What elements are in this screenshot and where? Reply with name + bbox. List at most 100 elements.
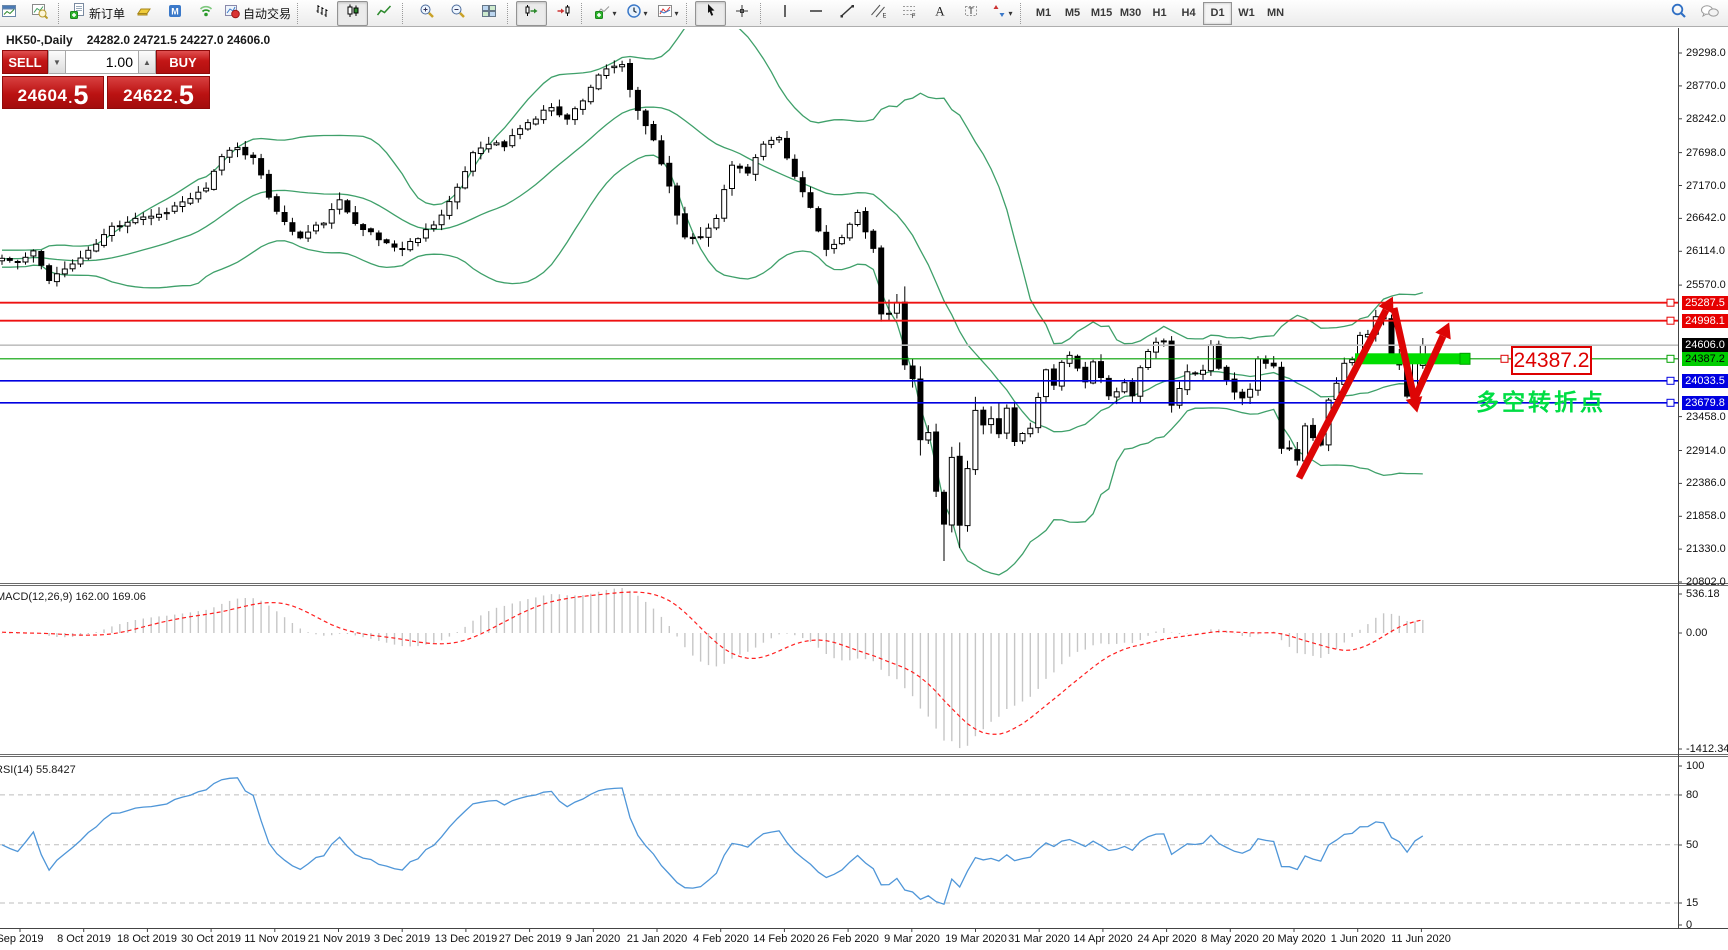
indicators-menu-button[interactable]: ▾ — [590, 1, 621, 26]
fibonacci-tool-button[interactable]: F — [893, 1, 924, 26]
buy-price-display[interactable]: 24622.5 — [107, 76, 210, 109]
crosshair-tool-button[interactable] — [726, 1, 757, 26]
timeframe-H4-button[interactable]: H4 — [1174, 2, 1203, 25]
horizontal-line-tool-button[interactable] — [800, 1, 831, 26]
autotrade-icon — [224, 3, 240, 24]
line-icon — [376, 3, 392, 24]
trendline-tool-button[interactable] — [831, 1, 862, 26]
date-tick-label: 9 Jan 2020 — [566, 933, 620, 945]
volume-increase-button[interactable]: ▲ — [138, 50, 156, 74]
price-line-tag: 24033.5 — [1682, 374, 1728, 388]
toolbar-separator — [1020, 3, 1025, 24]
text-label-tool-button[interactable]: T — [955, 1, 986, 26]
chat-button[interactable] — [1694, 1, 1725, 26]
rsi-tick-label: 80 — [1686, 789, 1698, 801]
triangle-up-icon: ▲ — [143, 58, 151, 67]
vertical-line-tool-button[interactable] — [769, 1, 800, 26]
mql-icon: M — [167, 3, 183, 24]
date-tick-label: 14 Feb 2020 — [753, 933, 815, 945]
price-line-tag: 25287.5 — [1682, 296, 1728, 310]
timeframe-W1-button[interactable]: W1 — [1232, 2, 1261, 25]
toolbar-separator — [581, 3, 586, 24]
price-line-tag: 24606.0 — [1682, 338, 1728, 352]
date-tick-label: 19 Mar 2020 — [945, 933, 1007, 945]
equidistant-channel-tool-button[interactable]: E — [862, 1, 893, 26]
search-icon — [1670, 2, 1688, 25]
chevron-down-icon: ▾ — [675, 9, 679, 18]
tile-windows-button[interactable] — [473, 1, 504, 26]
svg-text:F: F — [911, 13, 915, 19]
date-tick-label: 8 Oct 2019 — [57, 933, 111, 945]
fibo-icon: F — [901, 3, 917, 24]
sell-price-dot: . — [68, 90, 72, 106]
toolbar-separator — [58, 3, 63, 24]
text-tool-button[interactable]: A — [924, 1, 955, 26]
sell-button[interactable]: SELL — [2, 50, 48, 74]
channel-icon: E — [870, 3, 886, 24]
chart-window-button[interactable] — [0, 1, 24, 26]
tile-icon — [481, 3, 497, 24]
price-tick-label: 21858.0 — [1686, 510, 1726, 522]
timeframe-M30-button[interactable]: M30 — [1116, 2, 1145, 25]
rsi-tick-label: 50 — [1686, 839, 1698, 851]
chart-shift-button[interactable] — [547, 1, 578, 26]
zoom-in-button[interactable] — [411, 1, 442, 26]
price-tick-label: 27170.0 — [1686, 180, 1726, 192]
strategy-tester-button[interactable] — [24, 1, 55, 26]
chart-canvas[interactable] — [0, 0, 1728, 950]
turning-point-note[interactable]: 多空转折点 — [1476, 383, 1606, 417]
timeframe-MN-button[interactable]: MN — [1261, 2, 1290, 25]
zoom-out-button[interactable] — [442, 1, 473, 26]
price-tick-label: 28770.0 — [1686, 80, 1726, 92]
mql5-community-button[interactable]: M — [159, 1, 190, 26]
toolbar-separator — [507, 3, 512, 24]
volume-decrease-button[interactable]: ▼ — [48, 50, 66, 74]
date-tick-label: 20 May 2020 — [1262, 933, 1326, 945]
periods-icon — [626, 3, 642, 24]
rsi-tick-label: 0 — [1686, 919, 1692, 931]
line-chart-mode-button[interactable] — [368, 1, 399, 26]
timeframe-M1-button[interactable]: M1 — [1029, 2, 1058, 25]
date-tick-label: 21 Nov 2019 — [308, 933, 370, 945]
date-tick-label: 13 Dec 2019 — [435, 933, 497, 945]
periods-menu-button[interactable]: ▾ — [621, 1, 652, 26]
timeframe-H1-button[interactable]: H1 — [1145, 2, 1174, 25]
timeframe-M5-button[interactable]: M5 — [1058, 2, 1087, 25]
date-tick-label: Sep 2019 — [0, 933, 44, 945]
candlestick-mode-button[interactable] — [337, 1, 368, 26]
buy-button[interactable]: BUY — [156, 50, 210, 74]
signals-button[interactable] — [190, 1, 221, 26]
arrows-tool-button[interactable]: ▾ — [986, 1, 1017, 26]
indicators-icon — [595, 3, 611, 24]
vline-icon — [777, 3, 793, 24]
auto-scroll-button[interactable] — [516, 1, 547, 26]
new-order-label: 新订单 — [89, 5, 125, 22]
search-button[interactable] — [1663, 1, 1694, 26]
volume-input[interactable] — [66, 50, 138, 74]
new-order-button[interactable]: 新订单 — [67, 1, 128, 26]
buy-price-main: 24622 — [123, 86, 173, 106]
rsi-tick-label: 100 — [1686, 760, 1704, 772]
price-level-text-box[interactable]: 24387.2 — [1511, 346, 1592, 375]
label-icon: T — [963, 3, 979, 24]
history-center-button[interactable] — [128, 1, 159, 26]
templates-menu-button[interactable]: ▾ — [652, 1, 683, 26]
cursor-tool-button[interactable] — [695, 1, 726, 26]
hline-icon — [808, 3, 824, 24]
bar-chart-mode-button[interactable] — [306, 1, 337, 26]
toolbar-separator — [402, 3, 407, 24]
sell-price-display[interactable]: 24604.5 — [2, 76, 104, 109]
shift-icon — [555, 3, 571, 24]
sell-price-main: 24604 — [18, 86, 68, 106]
auto-trading-button[interactable]: 自动交易 — [221, 1, 294, 26]
tester-icon — [32, 3, 48, 24]
zoom-in-icon — [419, 3, 435, 24]
auto-trading-label: 自动交易 — [243, 5, 291, 22]
rsi-label: RSI(14) 55.8427 — [0, 764, 76, 776]
price-line-tag: 24998.1 — [1682, 314, 1728, 328]
date-tick-label: 27 Dec 2019 — [499, 933, 561, 945]
bars-icon — [314, 3, 330, 24]
timeframe-M15-button[interactable]: M15 — [1087, 2, 1116, 25]
timeframe-D1-button[interactable]: D1 — [1203, 2, 1232, 25]
price-tick-label: 26114.0 — [1686, 245, 1725, 257]
